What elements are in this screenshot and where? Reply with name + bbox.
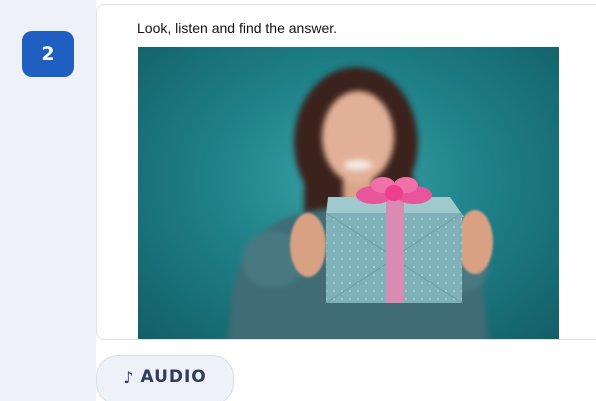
question-instruction: Look, listen and find the answer. [137,20,338,36]
question-gutter: 2 [0,0,96,401]
question-number-badge: 2 [22,31,74,77]
question-photo [138,47,559,339]
audio-button-label: AUDIO [140,367,207,387]
question-card: Look, listen and find the answer. [96,4,596,340]
music-note-icon: ♪ [123,367,135,387]
audio-button[interactable]: ♪ AUDIO [96,355,234,401]
exercise-page: 2 Look, listen and find the answer. ♪ AU… [0,0,596,401]
gift-photo-illustration [228,67,493,339]
